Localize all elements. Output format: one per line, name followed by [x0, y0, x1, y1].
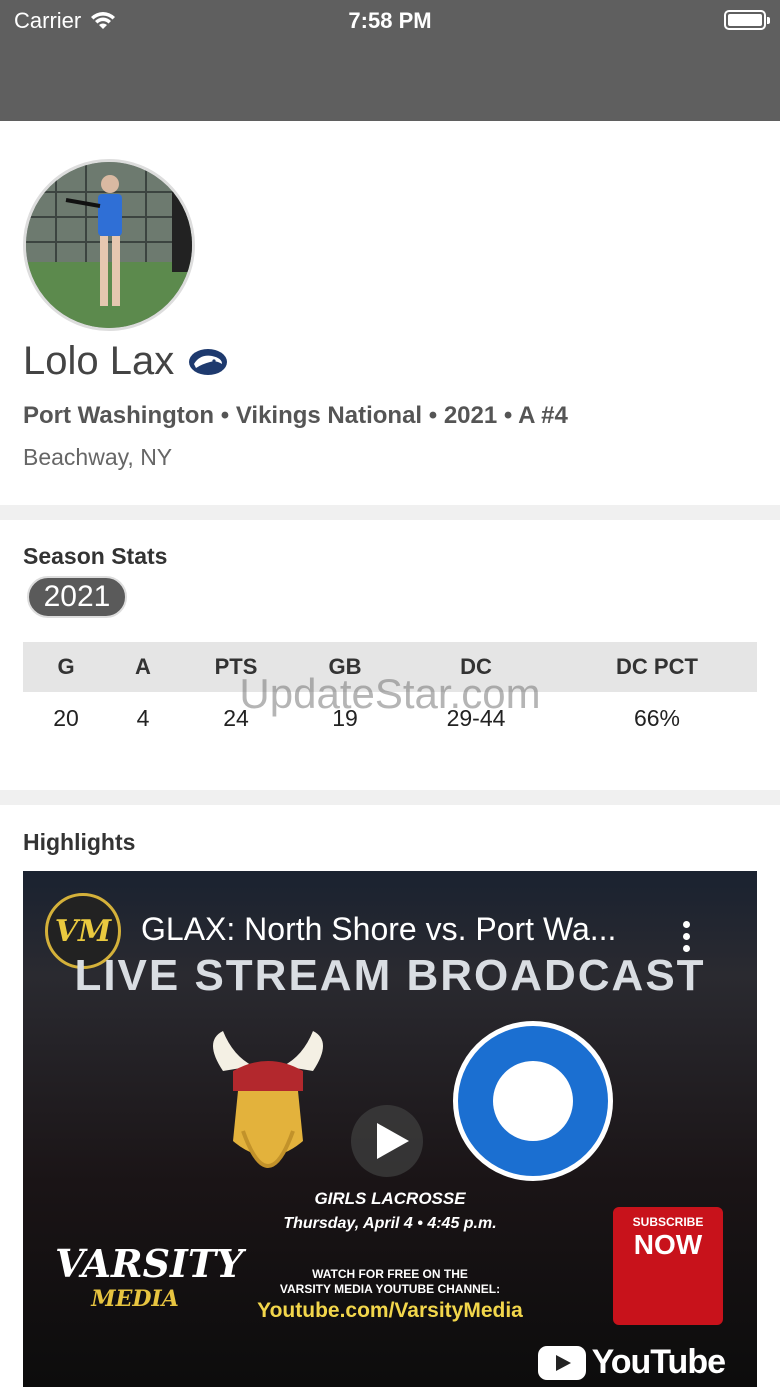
highlight-video-player[interactable]: VM GLAX: North Shore vs. Port Wa... LIVE… — [23, 871, 757, 1387]
section-divider — [0, 790, 780, 805]
stat-dc-pct: 66% — [633, 704, 681, 731]
player-photo — [26, 162, 192, 328]
subscribe-badge: SUBSCRIBE NOW — [613, 1207, 723, 1325]
avatar[interactable] — [23, 159, 195, 331]
event-line-1: GIRLS LACROSSE — [314, 1189, 466, 1208]
stat-dc: 29-44 — [446, 704, 506, 731]
table-row: 20 4 24 19 29-44 66% — [23, 692, 757, 744]
clock: 7:58 PM — [348, 8, 432, 33]
battery-icon — [724, 10, 770, 30]
section-divider — [0, 505, 780, 520]
stats-header-gb: GB — [295, 642, 395, 692]
stat-a: 4 — [136, 704, 150, 731]
player-location: Beachway, NY — [23, 444, 173, 470]
stats-header-dc-pct: DC PCT — [557, 642, 757, 692]
penn-state-lion-icon — [189, 348, 228, 375]
highlights-section: Highlights VM GLAX: North Shore vs. Port… — [0, 805, 780, 1387]
viking-mascot-icon — [213, 1031, 323, 1168]
play-button[interactable] — [351, 1105, 423, 1177]
subscribe-top-text: SUBSCRIBE — [632, 1215, 704, 1229]
season-stats-title: Season Stats — [23, 543, 168, 569]
highlights-title: Highlights — [23, 829, 136, 855]
player-name: Lolo Lax — [23, 339, 175, 383]
status-bar: Carrier 7:58 PM — [0, 0, 780, 121]
video-title[interactable]: GLAX: North Shore vs. Port Wa... — [141, 911, 616, 948]
season-chip[interactable]: 2021 — [27, 576, 127, 618]
season-stats-section: Season Stats 2021 G A PTS GB DC DC PCT 2… — [0, 520, 780, 790]
team-line: Port Washington • Vikings National • 202… — [23, 402, 568, 429]
youtube-play-icon — [537, 1345, 586, 1380]
video-banner-text: LIVE STREAM BROADCAST — [74, 951, 706, 1000]
stats-header-g: G — [23, 642, 109, 692]
stat-pts: 24 — [223, 704, 249, 731]
stats-table: G A PTS GB DC DC PCT 20 4 24 19 29-44 66… — [23, 642, 757, 744]
stat-g: 20 — [53, 704, 79, 731]
stats-header-pts: PTS — [177, 642, 295, 692]
stats-header-a: A — [109, 642, 177, 692]
port-washington-vikings-logo — [453, 1021, 613, 1181]
more-options-icon[interactable] — [683, 921, 691, 952]
stat-gb: 19 — [332, 704, 358, 731]
stats-header-dc: DC — [395, 642, 557, 692]
youtube-label: YouTube — [591, 1343, 726, 1381]
stats-header-row: G A PTS GB DC DC PCT — [23, 642, 757, 692]
player-name-row: Lolo Lax — [23, 339, 228, 384]
youtube-logo[interactable]: YouTube — [537, 1343, 726, 1382]
subscribe-bottom-text: NOW — [633, 1229, 703, 1260]
player-profile: Lolo Lax Port Washington • Vikings Natio… — [0, 121, 780, 505]
